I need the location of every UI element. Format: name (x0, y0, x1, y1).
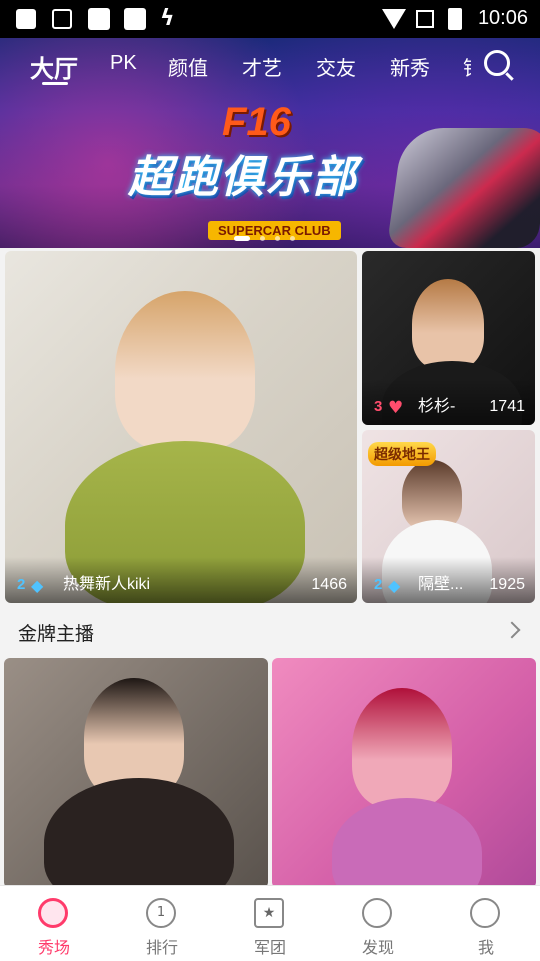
star-badge-icon: ★ (254, 898, 284, 928)
viewer-count: 1925 (489, 576, 525, 593)
nav-label: 军团 (253, 940, 286, 957)
nav-item-discover[interactable]: 发现 (324, 886, 432, 961)
tab-newcomer[interactable]: 新秀 (390, 52, 430, 81)
viewer-count: 1466 (311, 576, 347, 593)
streamer-card[interactable]: 2 ◆ 热舞新人kiki 1466 (5, 251, 357, 603)
bottom-nav: 秀场 1 排行 ★ 军团 发现 我 (0, 885, 540, 961)
carousel-indicator (234, 228, 305, 247)
anchor-photo (352, 688, 452, 808)
anchor-photo (44, 778, 234, 888)
clock: 10:06 (477, 7, 528, 29)
level-number: 2 (374, 576, 383, 593)
search-icon[interactable] (484, 50, 510, 76)
nav-item-show[interactable]: 秀场 (0, 886, 108, 961)
app-icon (88, 8, 110, 30)
tab-pk[interactable]: PK (110, 52, 137, 75)
streamer-photo (412, 279, 484, 369)
nav-item-ranking[interactable]: 1 排行 (108, 886, 216, 961)
tab-talent[interactable]: 才艺 (242, 52, 282, 81)
flash-icon: ϟ (160, 6, 175, 31)
nav-item-me[interactable]: 我 (432, 886, 540, 961)
planet-icon (362, 898, 392, 928)
tab-hall[interactable]: 大厅 (30, 49, 78, 84)
wifi-icon (382, 9, 406, 29)
supercar-image (386, 128, 540, 248)
tab-social[interactable]: 交友 (316, 52, 356, 81)
nav-label: 我 (477, 940, 494, 957)
carousel-dot (290, 236, 295, 241)
section-title: 金牌主播 (18, 624, 95, 645)
show-icon (38, 898, 68, 928)
tab-more[interactable]: 钻 (463, 52, 471, 81)
anchor-card[interactable] (272, 658, 536, 888)
image-icon (52, 9, 72, 29)
tab-looks[interactable]: 颜值 (168, 52, 208, 81)
nav-label: 发现 (361, 940, 394, 957)
diamond-icon: ◆ (388, 576, 401, 595)
streamer-name: 杉杉- (418, 398, 456, 415)
no-signal-icon (416, 10, 434, 28)
level-number: 2 (17, 576, 26, 593)
app-icon (124, 8, 146, 30)
nav-item-legion[interactable]: ★ 军团 (216, 886, 324, 961)
nav-label: 排行 (145, 940, 178, 957)
heart-icon: ♥ (388, 398, 404, 418)
tag-badge: 超级地王 (368, 442, 436, 466)
active-tab-indicator (42, 82, 68, 85)
notification-icon (16, 9, 36, 29)
viewer-count: 1741 (489, 398, 525, 415)
banner[interactable]: 大厅 PK 颜值 才艺 交友 新秀 钻 F16 超跑俱乐部 SUPERCAR C… (0, 38, 540, 248)
carousel-dot (234, 236, 250, 241)
battery-icon (448, 8, 462, 30)
carousel-dot (260, 236, 265, 241)
level-number: 3 (374, 398, 383, 415)
streamer-card[interactable]: 超级地王 2 ◆ 隔壁... 1925 (362, 430, 535, 603)
ranking-icon: 1 (146, 898, 176, 928)
anchor-card[interactable] (4, 658, 268, 888)
streamer-card[interactable]: 3 ♥ 杉杉- 1741 (362, 251, 535, 425)
carousel-dot (275, 236, 280, 241)
status-bar: ϟ 10:06 (0, 0, 540, 38)
chevron-right-icon[interactable] (503, 621, 521, 639)
streamer-photo (115, 291, 255, 451)
streamer-name: 热舞新人kiki (63, 576, 151, 593)
nav-label: 秀场 (37, 940, 70, 957)
streamer-name: 隔壁... (418, 576, 464, 593)
banner-title: 超跑俱乐部 (128, 152, 358, 203)
anchor-photo (332, 798, 482, 888)
banner-code: F16 (222, 100, 291, 144)
profile-icon (470, 898, 500, 928)
diamond-icon: ◆ (31, 576, 44, 595)
